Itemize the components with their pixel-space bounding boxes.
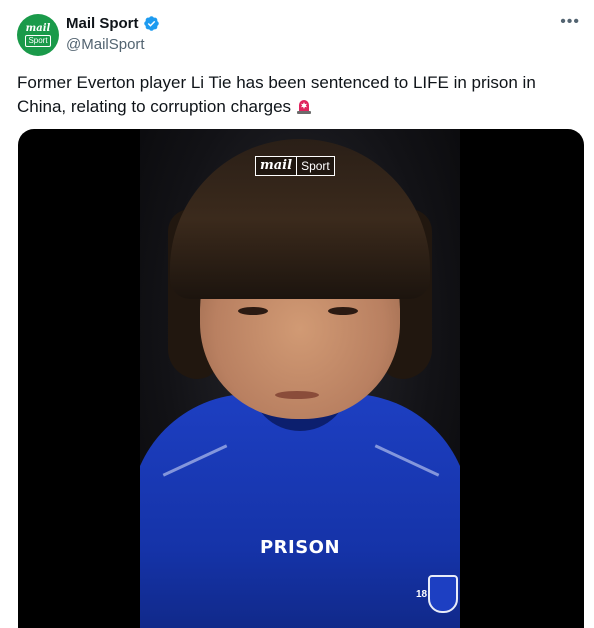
display-name[interactable]: Mail Sport bbox=[66, 15, 139, 32]
tweet-text: Former Everton player Li Tie has been se… bbox=[17, 71, 577, 122]
tweet-body: Former Everton player Li Tie has been se… bbox=[17, 73, 536, 116]
tweet-card[interactable]: mail Sport Mail Sport @MailSport ••• For… bbox=[0, 0, 594, 628]
mouth bbox=[275, 391, 319, 399]
eye-right bbox=[328, 307, 358, 315]
caption-text: PRISON bbox=[259, 537, 341, 558]
avatar-logo-sport: Sport bbox=[25, 35, 51, 47]
everton-crest-icon bbox=[428, 575, 458, 613]
video-caption: PRISON bbox=[140, 537, 460, 558]
avatar-logo-mail: mail bbox=[25, 23, 51, 34]
video-media[interactable]: mail Sport PRISON 18 bbox=[18, 129, 584, 628]
eye-left bbox=[238, 307, 268, 315]
video-frame[interactable]: mail Sport PRISON 18 bbox=[140, 129, 460, 628]
rotating-light-icon bbox=[295, 97, 313, 122]
author-name-row[interactable]: Mail Sport bbox=[66, 15, 160, 32]
watermark-sport: Sport bbox=[296, 157, 334, 175]
mail-sport-watermark: mail Sport bbox=[255, 156, 335, 176]
jersey-number: 18 bbox=[416, 589, 428, 600]
more-options-icon[interactable]: ••• bbox=[560, 14, 580, 30]
avatar[interactable]: mail Sport bbox=[17, 14, 59, 56]
watermark-mail: mail bbox=[260, 158, 293, 173]
author-handle[interactable]: @MailSport bbox=[66, 36, 145, 53]
verified-badge-icon bbox=[143, 15, 160, 32]
